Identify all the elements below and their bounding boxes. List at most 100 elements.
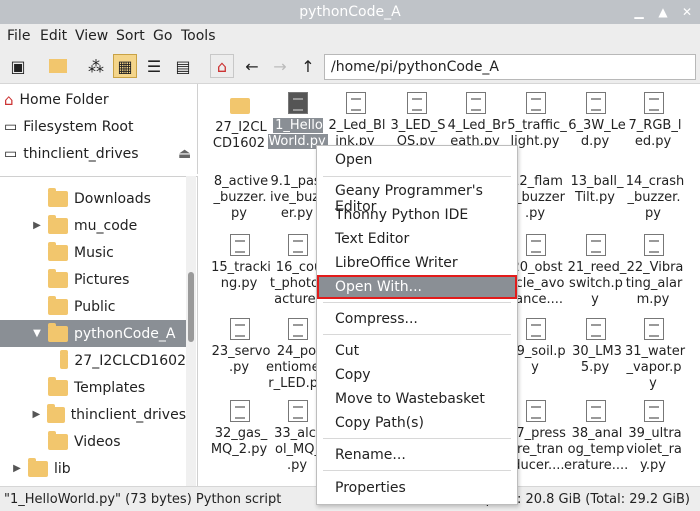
drive-icon: ▭ — [4, 146, 18, 162]
templates-folder-icon — [48, 376, 68, 396]
file-item[interactable]: 3_LED_S OS.py — [385, 92, 449, 150]
maximize-icon[interactable]: ▲ — [656, 5, 670, 19]
menu-item-open-with[interactable]: Open With... — [317, 275, 517, 299]
file-item[interactable]: 27_I2CL CD1602 — [208, 92, 272, 152]
menu-item-geany[interactable]: Geany Programmer's Editor — [317, 179, 517, 215]
file-item[interactable]: 5_traffic_ light.py — [504, 92, 568, 150]
detailed-list-view-icon[interactable]: ▤ — [171, 54, 195, 78]
tree-item-music[interactable]: Music — [0, 239, 186, 266]
folder-icon — [28, 457, 48, 477]
file-item[interactable]: 14_crash _buzzer. py — [622, 174, 686, 222]
home-icon[interactable]: ⌂ — [210, 54, 234, 78]
minimize-icon[interactable]: ▁ — [632, 5, 646, 19]
file-item[interactable]: 30_LM3 5.py — [564, 318, 628, 376]
expand-arrow-icon[interactable]: ▶ — [30, 220, 44, 231]
download-folder-icon — [48, 187, 68, 207]
menu-item-cut[interactable]: Cut — [317, 339, 517, 363]
forward-arrow-icon[interactable]: → — [268, 54, 292, 78]
file-item[interactable]: 4_Led_Br eath.py — [444, 92, 508, 150]
place-thinclient-drives[interactable]: ▭ thinclient_drives ⏏ — [4, 142, 194, 166]
menu-item-text-editor[interactable]: Text Editor — [317, 227, 517, 251]
places-panel: ⌂ Home Folder ▭ Filesystem Root ▭ thinclien… — [0, 84, 198, 174]
menu-separator — [323, 470, 511, 471]
python-file-icon — [644, 400, 664, 422]
file-item[interactable]: 6_3W_Le d.py — [564, 92, 628, 150]
menu-item-open[interactable]: Open — [317, 148, 517, 172]
file-item[interactable]: 22_Vibra ting_alar m.py — [622, 234, 686, 308]
menu-view[interactable]: View — [75, 28, 108, 44]
close-icon[interactable]: ✕ — [680, 5, 694, 19]
python-file-icon — [288, 92, 308, 114]
expand-arrow-icon[interactable]: ▶ — [30, 409, 43, 420]
file-item[interactable]: 13_ball_ Tilt.py — [564, 174, 628, 206]
tree-item-public[interactable]: Public — [0, 293, 186, 320]
python-file-icon — [288, 400, 308, 422]
eject-icon[interactable]: ⏏ — [178, 146, 191, 162]
menu-sort[interactable]: Sort — [116, 28, 145, 44]
file-item[interactable]: 7_RGB_l ed.py — [622, 92, 686, 150]
file-item[interactable]: 1_Hello World.py — [266, 92, 330, 150]
tree-scrollbar[interactable] — [186, 176, 196, 486]
scrollbar-thumb[interactable] — [188, 272, 194, 342]
location-bar[interactable]: /home/pi/pythonCode_A — [324, 54, 696, 80]
thumbnail-view-icon[interactable]: ▦ — [113, 54, 137, 78]
python-file-icon — [288, 234, 308, 256]
compact-view-icon[interactable]: ☰ — [142, 54, 166, 78]
icon-view-icon[interactable]: ⁂ — [84, 54, 108, 78]
file-item[interactable]: 21_reed_ switch.p y — [564, 234, 628, 308]
home-icon: ⌂ — [4, 91, 14, 109]
new-folder-icon[interactable] — [46, 54, 70, 78]
menu-item-libreoffice-writer[interactable]: LibreOffice Writer — [317, 251, 517, 275]
tree-item-pythoncode-a[interactable]: ▼ pythonCode_A — [0, 320, 186, 347]
tree-item-mu-code[interactable]: ▶ mu_code — [0, 212, 186, 239]
folder-icon — [48, 214, 68, 234]
directory-tree: Downloads ▶ mu_code Music Pictures Public… — [0, 176, 198, 486]
tree-item-27-i2clcd1602[interactable]: 27_I2CLCD1602 — [0, 347, 186, 374]
python-file-icon — [644, 318, 664, 340]
python-file-icon — [586, 234, 606, 256]
collapse-arrow-icon[interactable]: ▼ — [30, 328, 44, 339]
title-bar: pythonCode_A ▁ ▲ ✕ — [0, 0, 700, 24]
file-item[interactable]: 39_ultra violet_ra y.py — [622, 400, 686, 474]
file-item[interactable]: 23_servo .py — [208, 318, 272, 376]
menu-item-properties[interactable]: Properties — [317, 476, 517, 500]
folder-icon — [59, 349, 69, 369]
tree-item-pictures[interactable]: Pictures — [0, 266, 186, 293]
tree-item-videos[interactable]: Videos — [0, 428, 186, 455]
menu-item-copy-path[interactable]: Copy Path(s) — [317, 411, 517, 435]
folder-icon — [48, 322, 68, 342]
tree-item-templates[interactable]: Templates — [0, 374, 186, 401]
menu-item-compress[interactable]: Compress... — [317, 307, 517, 331]
file-item[interactable]: 2_Led_Bl ink.py — [324, 92, 388, 150]
menu-bar: File Edit View Sort Go Tools — [0, 24, 700, 48]
drive-icon: ▭ — [4, 119, 18, 135]
back-arrow-icon[interactable]: ← — [240, 54, 264, 78]
new-window-icon[interactable]: ▣ — [6, 54, 30, 78]
menu-item-thonny[interactable]: Thonny Python IDE — [317, 203, 517, 227]
up-arrow-icon[interactable]: ↑ — [296, 54, 320, 78]
tree-item-thinclient-drives[interactable]: ▶ thinclient_drives — [0, 401, 186, 428]
menu-tools[interactable]: Tools — [181, 28, 216, 44]
menu-item-rename[interactable]: Rename... — [317, 443, 517, 467]
expand-arrow-icon[interactable]: ▶ — [10, 463, 24, 474]
python-file-icon — [526, 234, 546, 256]
menu-go[interactable]: Go — [153, 28, 172, 44]
file-item[interactable]: 8_active _buzzer. py — [208, 174, 272, 222]
python-file-icon — [346, 92, 366, 114]
menu-separator — [323, 302, 511, 303]
tree-item-lib[interactable]: ▶ lib — [0, 455, 186, 482]
menu-item-copy[interactable]: Copy — [317, 363, 517, 387]
window-title: pythonCode_A — [299, 4, 401, 20]
menu-edit[interactable]: Edit — [40, 28, 67, 44]
file-item[interactable]: 32_gas_ MQ_2.py — [208, 400, 272, 458]
place-home-folder[interactable]: ⌂ Home Folder — [4, 88, 109, 112]
file-item[interactable]: 15_tracki ng.py — [208, 234, 272, 292]
menu-file[interactable]: File — [7, 28, 30, 44]
music-folder-icon — [48, 241, 68, 261]
tree-item-downloads[interactable]: Downloads — [0, 185, 186, 212]
file-item[interactable]: 31_water _vapor.p y — [622, 318, 686, 392]
place-filesystem-root[interactable]: ▭ Filesystem Root — [4, 115, 133, 139]
pictures-folder-icon — [48, 268, 68, 288]
file-item[interactable]: 38_anal og_temp erature.... — [564, 400, 628, 474]
menu-item-move-to-wastebasket[interactable]: Move to Wastebasket — [317, 387, 517, 411]
